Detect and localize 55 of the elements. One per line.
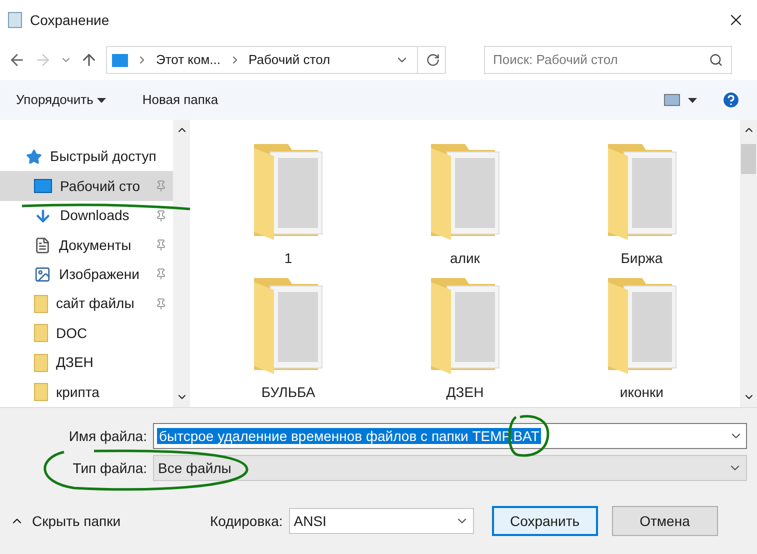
folder-name[interactable]: Биржа [620, 248, 663, 269]
sidebar-item[interactable]: ДЗЕН [0, 348, 173, 378]
scroll-thumb[interactable] [741, 144, 756, 174]
notepad-icon [8, 12, 22, 28]
sidebar-item[interactable]: Документы [0, 230, 173, 260]
filename-label: Имя файла: [68, 426, 148, 446]
caret-icon [97, 98, 106, 102]
pin-icon[interactable] [155, 210, 167, 222]
breadcrumb[interactable]: Этот ком... [156, 50, 220, 70]
folder-name[interactable]: иконки [620, 382, 664, 402]
pin-icon[interactable] [155, 239, 167, 252]
sidebar-item[interactable]: Downloads [0, 200, 173, 230]
monitor-icon [34, 179, 52, 194]
folder-name[interactable]: БУЛЬБА [261, 382, 316, 402]
folder-name[interactable]: ДЗЕН [446, 382, 484, 402]
folder-name[interactable]: алик [450, 248, 480, 269]
pin-icon[interactable] [155, 268, 167, 280]
up-icon[interactable] [80, 51, 98, 69]
encoding-dropdown[interactable]: ANSI [288, 508, 474, 534]
back-icon[interactable] [8, 51, 26, 69]
folder-icon [34, 324, 48, 342]
help-icon[interactable] [721, 90, 741, 110]
scrollbar[interactable] [740, 120, 757, 407]
folder-icon [34, 294, 48, 313]
file-type-label: Тип файла: [72, 458, 148, 478]
scrollbar[interactable] [173, 120, 190, 407]
folder-icon [34, 354, 48, 372]
sidebar-item[interactable]: сайт файлы [0, 289, 173, 319]
window-title: Сохранение [30, 10, 110, 30]
document-icon [34, 236, 51, 254]
hide-folders-button[interactable]: Скрыть папки [10, 510, 210, 532]
sidebar-item[interactable]: крипта [0, 378, 173, 407]
search-icon [709, 53, 723, 67]
sidebar-item[interactable]: Быстрый доступ [0, 142, 173, 172]
save-button[interactable]: Сохранить [492, 506, 598, 536]
new-folder-button[interactable]: Новая папка [142, 90, 218, 110]
cancel-button[interactable]: Отмена [612, 506, 718, 536]
refresh-icon[interactable] [426, 53, 440, 67]
folder-name[interactable]: 1 [284, 248, 292, 269]
file-type-dropdown[interactable]: Все файлы [153, 455, 747, 481]
monitor-icon [112, 54, 128, 66]
breadcrumb[interactable]: Рабочий стол [248, 50, 330, 70]
encoding-label: Кодировка: [210, 512, 284, 531]
caret-icon[interactable] [688, 98, 697, 102]
folder-icon [34, 383, 48, 402]
download-icon [34, 206, 52, 225]
sidebar-item[interactable]: DOC [0, 318, 173, 348]
sidebar-item[interactable]: Рабочий сто [0, 171, 173, 201]
star-icon [26, 148, 42, 165]
address-bar[interactable]: Этот ком... Рабочий стол [106, 46, 446, 74]
sidebar-item[interactable]: Изображени [0, 260, 173, 290]
organize-button[interactable]: Упорядочить [16, 90, 106, 110]
image-icon [34, 266, 51, 283]
search-field[interactable]: Поиск: Рабочий стол [484, 46, 732, 74]
pin-icon[interactable] [155, 298, 167, 310]
